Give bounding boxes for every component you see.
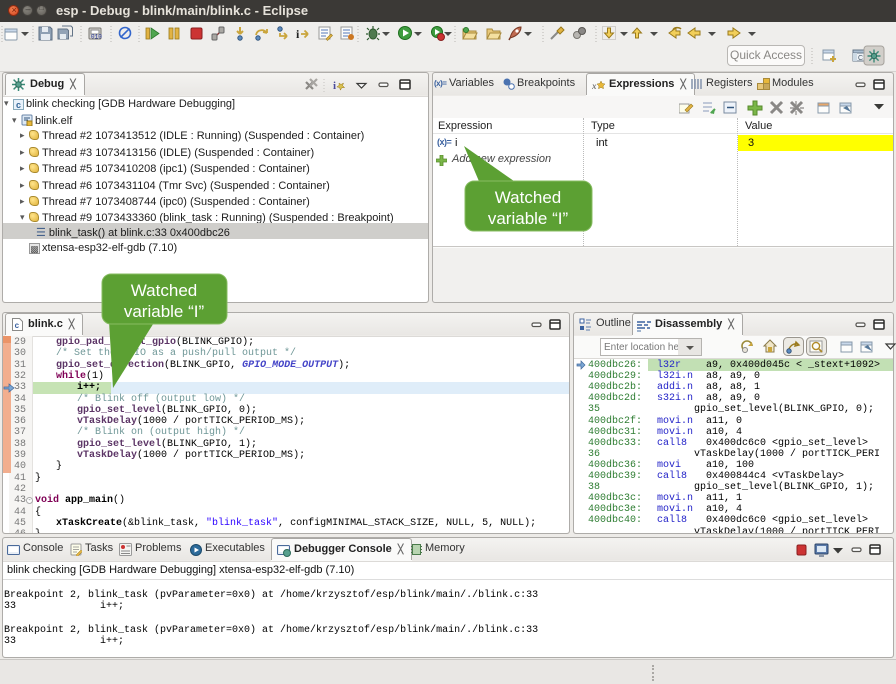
svg-text:c: c [15, 322, 20, 331]
svg-text:C: C [858, 55, 863, 62]
svg-text:i: i [296, 27, 300, 41]
svg-text:x: x [592, 81, 597, 91]
svg-text:i: i [333, 80, 336, 92]
svg-text:010: 010 [91, 34, 102, 41]
